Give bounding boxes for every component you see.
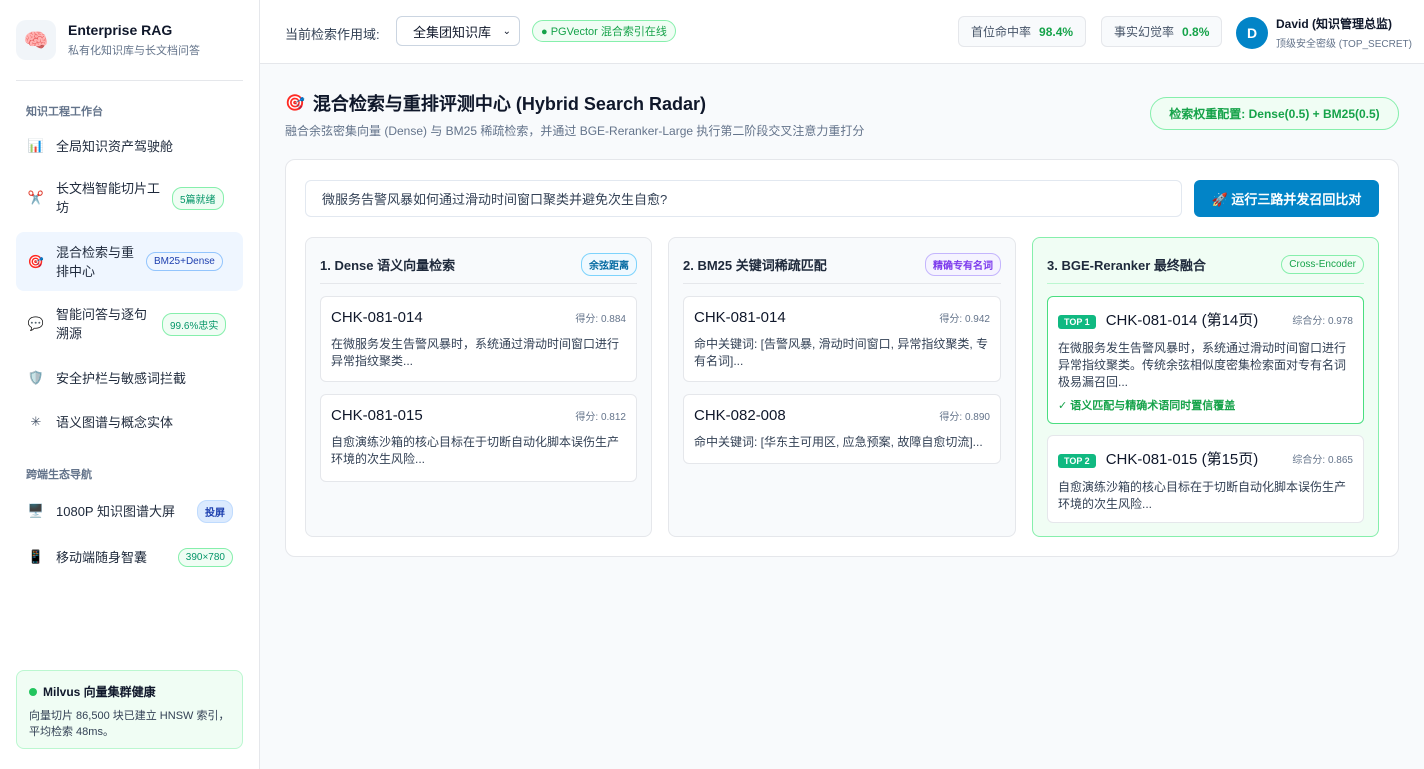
- sidebar-item-guardrail[interactable]: 🛡️ 安全护栏与敏感词拦截: [16, 358, 243, 398]
- status-dot-icon: [29, 687, 37, 696]
- page-subtitle: 融合余弦密集向量 (Dense) 与 BM25 稀疏检索，并通过 BGE-Rer…: [285, 124, 865, 138]
- status-badge: BM25+Dense: [146, 252, 223, 271]
- brand-title: Enterprise RAG: [68, 22, 173, 38]
- coverage-note: ✓ 语义匹配与精确术语同时置信覆盖: [1058, 400, 1236, 412]
- chevron-down-icon: ⌄: [502, 25, 511, 37]
- chunk-text: 命中关键词: [华东主可用区, 应急预案, 故障自愈切流]...: [694, 435, 983, 449]
- bm25-results-column: 2. BM25 关键词稀疏匹配 精确专有名词 CHK-081-014 得分: 0…: [668, 237, 1016, 537]
- user-clearance: 顶级安全密级 (TOP_SECRET): [1276, 39, 1412, 50]
- target-icon: 🎯: [285, 95, 305, 112]
- status-badge: 390×780: [177, 547, 233, 567]
- result-card[interactable]: TOP 2 CHK-081-015 (第15页) 综合分: 0.865 自愈演练沙…: [1047, 435, 1364, 523]
- sidebar-item-label: 混合检索与重排中心: [56, 244, 135, 279]
- sidebar-item-dashboard[interactable]: 📊 全局知识资产驾驶舱: [16, 126, 243, 166]
- brand-subtitle: 私有化知识库与长文档问答: [68, 45, 200, 57]
- chat-bubble-icon: 💬: [27, 316, 45, 331]
- dense-results-column: 1. Dense 语义向量检索 余弦距离 CHK-081-014 得分: 0.8…: [305, 237, 652, 537]
- brain-icon: 🧠: [16, 20, 56, 60]
- status-badge: 99.6%忠实: [162, 312, 227, 336]
- sidebar-item-label: 长文档智能切片工坊: [56, 181, 161, 215]
- scope-select[interactable]: 全集团知识库 ⌄: [396, 16, 520, 46]
- sidebar-item-qa[interactable]: 💬 智能问答与逐句溯源 99.6%忠实: [16, 300, 243, 348]
- chunk-id: CHK-081-015: [331, 407, 423, 424]
- chunk-id: CHK-081-014: [694, 309, 786, 326]
- chunk-text: 命中关键词: [告警风暴, 滑动时间窗口, 异常指纹聚类, 专有名词]...: [694, 337, 989, 368]
- chunk-text: 自愈演练沙箱的核心目标在于切断自动化脚本误伤生产环境的次生风险...: [1058, 480, 1347, 511]
- metric-value: 0.8%: [1182, 24, 1210, 39]
- column-tag: Cross-Encoder: [1281, 255, 1364, 274]
- sidebar: 🧠 Enterprise RAG 私有化知识库与长文档问答 知识工程工作台 📊 …: [0, 0, 260, 769]
- query-input[interactable]: 微服务告警风暴如何通过滑动时间窗口聚类并避免次生自愈?: [305, 180, 1182, 217]
- reranker-results-column: 3. BGE-Reranker 最终融合 Cross-Encoder TOP 1…: [1032, 237, 1379, 537]
- divider: [16, 80, 243, 81]
- sidebar-item-label: 安全护栏与敏感词拦截: [56, 370, 187, 386]
- chunk-id: CHK-081-014 (第14页): [1105, 312, 1259, 329]
- sidebar-item-hybrid-search[interactable]: 🎯 混合检索与重排中心 BM25+Dense: [16, 232, 243, 291]
- status-badge: 5篇就绪: [172, 186, 224, 210]
- section-label-cross-platform: 跨端生态导航: [26, 469, 92, 481]
- status-badge: 投屏: [197, 499, 233, 523]
- chunk-score: 得分: 0.884: [575, 314, 626, 325]
- weight-config-badge[interactable]: 检索权重配置: Dense(0.5) + BM25(0.5): [1150, 97, 1399, 130]
- health-description: 向量切片 86,500 块已建立 HNSW 索引，平均检索 48ms。: [29, 710, 230, 738]
- user-name: David (知识管理总监): [1276, 17, 1393, 31]
- mobile-icon: 📱: [27, 549, 45, 564]
- chunk-score: 得分: 0.812: [575, 412, 626, 423]
- chunk-text: 在微服务发生告警风暴时，系统通过滑动时间窗口进行异常指纹聚类。传统余弦相似度密集…: [1058, 341, 1347, 389]
- cluster-health-card: Milvus 向量集群健康 向量切片 86,500 块已建立 HNSW 索引，平…: [16, 670, 243, 749]
- column-tag: 精确专有名词: [925, 253, 1001, 276]
- chunk-text: 在微服务发生告警风暴时，系统通过滑动时间窗口进行异常指纹聚类...: [331, 337, 620, 368]
- result-card[interactable]: CHK-082-008 得分: 0.890 命中关键词: [华东主可用区, 应急…: [683, 394, 1001, 464]
- metric-value: 98.4%: [1039, 24, 1074, 39]
- user-menu[interactable]: D David (知识管理总监) 顶级安全密级 (TOP_SECRET): [1236, 15, 1412, 50]
- top-bar: 当前检索作用域: 全集团知识库 ⌄ ● PGVector 混合索引在线 首位命中…: [260, 0, 1424, 64]
- sidebar-item-label: 智能问答与逐句溯源: [56, 307, 148, 341]
- column-tag: 余弦距离: [581, 253, 637, 276]
- chunk-id: CHK-081-014: [331, 309, 423, 326]
- section-label-workbench: 知识工程工作台: [26, 106, 103, 118]
- chunk-score: 得分: 0.942: [939, 314, 990, 325]
- rank-badge: TOP 1: [1058, 315, 1096, 329]
- sidebar-item-big-screen[interactable]: 🖥️ 1080P 知识图谱大屏 投屏: [16, 491, 243, 531]
- graph-icon: ✳: [30, 414, 42, 429]
- sidebar-item-label: 语义图谱与概念实体: [56, 414, 174, 430]
- sidebar-item-label: 全局知识资产驾驶舱: [56, 138, 174, 154]
- chunk-id: CHK-081-015 (第15页): [1105, 451, 1259, 468]
- brand[interactable]: 🧠 Enterprise RAG 私有化知识库与长文档问答: [16, 20, 200, 60]
- health-title: Milvus 向量集群健康: [43, 685, 156, 699]
- shield-icon: 🛡️: [27, 370, 45, 385]
- result-card[interactable]: TOP 1 CHK-081-014 (第14页) 综合分: 0.978 在微服务发…: [1047, 296, 1364, 424]
- column-title: 2. BM25 关键词稀疏匹配: [683, 258, 827, 273]
- chunk-text: 自愈演练沙箱的核心目标在于切断自动化脚本误伤生产环境的次生风险...: [331, 435, 620, 466]
- scope-label: 当前检索作用域:: [285, 27, 380, 42]
- metric-label: 事实幻觉率: [1114, 25, 1175, 39]
- sidebar-item-chunking[interactable]: ✂️ 长文档智能切片工坊 5篇就绪: [16, 174, 243, 222]
- run-comparison-button[interactable]: 🚀 运行三路并发召回比对: [1194, 180, 1379, 217]
- result-card[interactable]: CHK-081-014 得分: 0.884 在微服务发生告警风暴时，系统通过滑动…: [320, 296, 637, 382]
- hit-rate-metric: 首位命中率 98.4%: [958, 16, 1087, 47]
- result-card[interactable]: CHK-081-015 得分: 0.812 自愈演练沙箱的核心目标在于切断自动化…: [320, 394, 637, 482]
- scissors-icon: ✂️: [27, 190, 45, 205]
- sidebar-item-mobile[interactable]: 📱 移动端随身智囊 390×780: [16, 537, 243, 577]
- chunk-score: 综合分: 0.865: [1292, 455, 1353, 466]
- hallucination-rate-metric: 事实幻觉率 0.8%: [1101, 16, 1223, 47]
- result-card[interactable]: CHK-081-014 得分: 0.942 命中关键词: [告警风暴, 滑动时间…: [683, 296, 1001, 382]
- sidebar-item-label: 移动端随身智囊: [56, 549, 148, 565]
- avatar: D: [1236, 16, 1268, 49]
- rank-badge: TOP 2: [1058, 454, 1096, 468]
- pgvector-status-badge: ● PGVector 混合索引在线: [532, 20, 676, 42]
- sidebar-item-label: 1080P 知识图谱大屏: [56, 503, 175, 519]
- chunk-id: CHK-082-008: [694, 407, 786, 424]
- monitor-icon: 🖥️: [27, 503, 45, 518]
- metric-label: 首位命中率: [971, 25, 1032, 39]
- chunk-score: 综合分: 0.978: [1292, 316, 1353, 327]
- column-title: 1. Dense 语义向量检索: [320, 258, 456, 273]
- sidebar-item-knowledge-graph[interactable]: ✳ 语义图谱与概念实体: [16, 402, 243, 442]
- page-title: 🎯 混合检索与重排评测中心 (Hybrid Search Radar): [285, 94, 706, 114]
- chunk-score: 得分: 0.890: [939, 412, 990, 423]
- bar-chart-icon: 📊: [27, 138, 45, 153]
- target-icon: 🎯: [27, 253, 45, 269]
- column-title: 3. BGE-Reranker 最终融合: [1047, 258, 1206, 273]
- scope-select-value: 全集团知识库: [413, 24, 492, 40]
